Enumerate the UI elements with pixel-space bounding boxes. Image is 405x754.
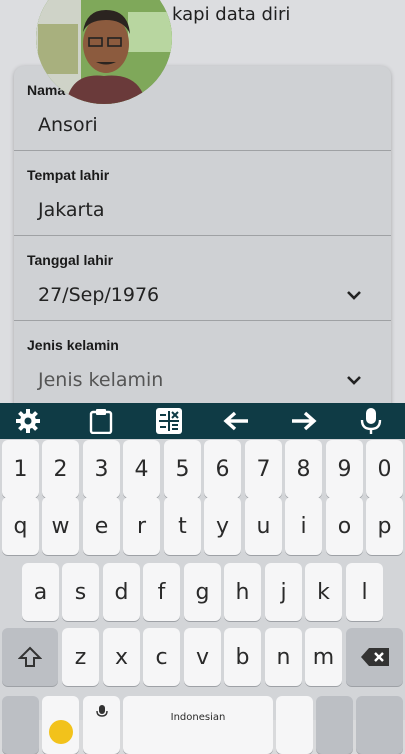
clipboard-icon[interactable] <box>81 403 121 439</box>
comma-key[interactable] <box>316 696 353 754</box>
microphone-icon <box>95 705 108 717</box>
biodata-form-card: Nama Ansori Tempat lahir Jakarta Tanggal… <box>14 66 391 403</box>
chevron-down-icon[interactable] <box>343 284 365 306</box>
birthdate-value[interactable]: 27/Sep/1976 <box>38 284 159 306</box>
key-y[interactable]: y <box>204 497 241 555</box>
key-7[interactable]: 7 <box>245 440 282 498</box>
birthdate-field[interactable]: Tanggal lahir 27/Sep/1976 <box>14 236 391 321</box>
key-u[interactable]: u <box>245 497 282 555</box>
key-5[interactable]: 5 <box>164 440 201 498</box>
key-3[interactable]: 3 <box>83 440 120 498</box>
key-w[interactable]: w <box>42 497 79 555</box>
gear-icon[interactable] <box>8 403 48 439</box>
gender-label: Jenis kelamin <box>27 337 119 353</box>
keyboard-toolbar <box>0 403 405 439</box>
calculator-icon[interactable] <box>149 403 189 439</box>
key-r[interactable]: r <box>123 497 160 555</box>
key-4[interactable]: 4 <box>123 440 160 498</box>
key-j[interactable]: j <box>265 563 302 621</box>
emoji-key[interactable] <box>42 696 79 754</box>
chevron-down-icon[interactable] <box>343 369 365 391</box>
keyboard: 1 2 3 4 5 6 7 8 9 0 q w e r t y u i o p … <box>0 439 405 754</box>
key-0[interactable]: 0 <box>366 440 403 498</box>
key-d[interactable]: d <box>103 563 140 621</box>
key-8[interactable]: 8 <box>285 440 322 498</box>
birthplace-label: Tempat lahir <box>27 167 110 183</box>
page-title: kapi data diri <box>172 4 291 25</box>
key-x[interactable]: x <box>103 628 140 686</box>
key-e[interactable]: e <box>83 497 120 555</box>
emoji-icon <box>48 720 73 744</box>
gender-field[interactable]: Jenis kelamin Jenis kelamin <box>14 321 391 403</box>
backspace-icon <box>360 648 389 666</box>
key-p[interactable]: p <box>366 497 403 555</box>
key-g[interactable]: g <box>184 563 221 621</box>
key-b[interactable]: b <box>224 628 261 686</box>
key-h[interactable]: h <box>224 563 261 621</box>
birthdate-label: Tanggal lahir <box>27 252 114 268</box>
key-v[interactable]: v <box>184 628 221 686</box>
key-1[interactable]: 1 <box>2 440 39 498</box>
arrow-left-icon[interactable] <box>216 403 256 439</box>
period-key[interactable] <box>276 696 313 754</box>
key-a[interactable]: a <box>22 563 59 621</box>
key-l[interactable]: l <box>346 563 383 621</box>
shift-key[interactable] <box>2 628 58 686</box>
key-f[interactable]: f <box>143 563 180 621</box>
backspace-key[interactable] <box>346 628 403 686</box>
voice-key[interactable] <box>83 696 120 754</box>
key-m[interactable]: m <box>305 628 342 686</box>
enter-key[interactable] <box>356 696 403 754</box>
key-c[interactable]: c <box>143 628 180 686</box>
symbols-key[interactable] <box>2 696 39 754</box>
key-z[interactable]: z <box>62 628 99 686</box>
key-n[interactable]: n <box>265 628 302 686</box>
birthplace-value[interactable]: Jakarta <box>38 199 104 221</box>
key-6[interactable]: 6 <box>204 440 241 498</box>
key-o[interactable]: o <box>326 497 363 555</box>
microphone-icon[interactable] <box>351 403 391 439</box>
arrow-right-icon[interactable] <box>284 403 324 439</box>
name-value[interactable]: Ansori <box>38 114 98 136</box>
key-i[interactable]: i <box>285 497 322 555</box>
key-k[interactable]: k <box>305 563 342 621</box>
gender-select[interactable]: Jenis kelamin <box>38 369 163 391</box>
key-2[interactable]: 2 <box>42 440 79 498</box>
key-q[interactable]: q <box>2 497 39 555</box>
app-screen: kapi data diri Nama Ansori Tempat lahir … <box>0 0 405 403</box>
birthplace-field[interactable]: Tempat lahir Jakarta <box>14 151 391 236</box>
key-9[interactable]: 9 <box>326 440 363 498</box>
shift-icon <box>18 646 42 667</box>
space-key[interactable]: Indonesian <box>123 696 273 754</box>
key-s[interactable]: s <box>62 563 99 621</box>
key-t[interactable]: t <box>164 497 201 555</box>
